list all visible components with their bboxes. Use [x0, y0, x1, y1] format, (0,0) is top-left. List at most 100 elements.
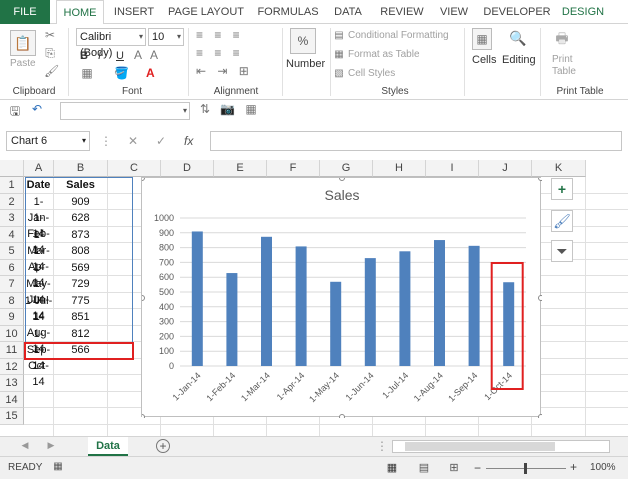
insert-function-button[interactable]: fx — [184, 131, 193, 151]
column-header-k[interactable]: K — [532, 160, 586, 177]
row-header-11[interactable]: 11 — [0, 342, 24, 359]
undo-icon[interactable]: ↶ — [30, 102, 44, 116]
tab-data[interactable]: DATA — [328, 0, 368, 24]
add-sheet-icon[interactable]: + — [156, 439, 170, 453]
row-header-15[interactable]: 15 — [0, 408, 24, 425]
camera-icon[interactable]: 📷 — [220, 102, 235, 116]
indent-icon[interactable]: ⇤ ⇥ ⊞ — [196, 64, 266, 78]
column-header-b[interactable]: B — [54, 160, 108, 177]
paste-icon[interactable]: 📋 — [10, 30, 36, 56]
horizontal-align-icon[interactable]: ≡ ≡ ≡ — [196, 46, 266, 60]
enter-icon[interactable]: ✓ — [156, 131, 166, 151]
row-header-3[interactable]: 3 — [0, 210, 24, 227]
zoom-in-button[interactable]: + — [570, 460, 577, 474]
tab-insert[interactable]: INSERT — [108, 0, 160, 24]
zoom-level[interactable]: 100% — [590, 462, 616, 473]
row-header-9[interactable]: 9 — [0, 309, 24, 326]
tab-design[interactable]: DESIGN — [558, 0, 608, 24]
format-painter-icon[interactable]: 🖌 — [44, 64, 59, 78]
chart-resize-handle — [538, 414, 544, 420]
sort-icon[interactable]: ⇅ — [198, 102, 212, 116]
bold-button[interactable]: B — [80, 50, 88, 62]
row-header-1[interactable]: 1 — [0, 177, 24, 194]
horizontal-scrollbar[interactable] — [392, 440, 610, 453]
fill-color-icon[interactable]: 🪣 — [114, 66, 129, 80]
cell-styles-button[interactable]: Cell Styles — [348, 68, 395, 79]
print-label-line1[interactable]: Print — [552, 54, 573, 65]
prev-sheet-icon[interactable]: ◀ — [20, 440, 30, 451]
normal-view-icon[interactable]: ▦ — [386, 461, 398, 474]
cancel-icon[interactable]: ✕ — [128, 131, 138, 151]
chart-filter-icon[interactable]: ⏷ — [551, 240, 573, 262]
row-header-4[interactable]: 4 — [0, 226, 24, 243]
sheet-tab-data[interactable]: Data — [88, 437, 128, 456]
chart-elements-plus-icon[interactable]: + — [551, 178, 573, 200]
column-header-a[interactable]: A — [24, 160, 54, 177]
column-header-d[interactable]: D — [161, 160, 214, 177]
page-break-view-icon[interactable]: ⊞ — [448, 461, 460, 474]
print-label-line2[interactable]: Table — [552, 66, 576, 77]
row-header-12[interactable]: 12 — [0, 358, 24, 375]
underline-button[interactable]: U — [116, 50, 124, 62]
font-size-combo[interactable]: 10 ▾ — [148, 28, 184, 46]
y-tick-label: 700 — [159, 257, 174, 267]
column-header-j[interactable]: J — [479, 160, 532, 177]
copy-icon[interactable]: ⎘ — [44, 46, 56, 61]
tab-page-layout[interactable]: PAGE LAYOUT — [164, 0, 248, 24]
quick-access-combo[interactable]: ▾ — [60, 102, 190, 120]
vertical-align-icon[interactable]: ≡ ≡ ≡ — [196, 28, 266, 42]
save-icon[interactable]: 🖫 — [8, 102, 22, 123]
conditional-formatting-button[interactable]: Conditional Formatting — [348, 30, 449, 41]
number-button[interactable]: Number — [286, 58, 325, 70]
cells-icon[interactable]: ▦ — [472, 28, 492, 50]
table-icon[interactable]: ▦ — [244, 102, 258, 116]
row-header-14[interactable]: 14 — [0, 391, 24, 408]
format-as-table-button[interactable]: Format as Table — [348, 49, 420, 60]
zoom-out-button[interactable]: − — [474, 461, 481, 475]
row-header-10[interactable]: 10 — [0, 325, 24, 342]
page-layout-view-icon[interactable]: ▤ — [418, 461, 430, 474]
tab-review[interactable]: REVIEW — [374, 0, 430, 24]
row-header-6[interactable]: 6 — [0, 259, 24, 276]
cut-icon[interactable]: ✂ — [44, 28, 56, 42]
row-header-13[interactable]: 13 — [0, 375, 24, 392]
select-all-corner[interactable] — [0, 160, 24, 177]
column-header-e[interactable]: E — [214, 160, 267, 177]
name-box[interactable]: Chart 6 ▾ — [6, 131, 90, 151]
name-box-value: Chart 6 — [11, 135, 48, 147]
font-color-button[interactable]: A — [146, 66, 155, 80]
font-shrink-icon[interactable]: A — [148, 48, 160, 62]
formula-input[interactable] — [210, 131, 622, 151]
tab-home[interactable]: HOME — [56, 0, 104, 25]
row-header-8[interactable]: 8 — [0, 292, 24, 309]
column-header-h[interactable]: H — [373, 160, 426, 177]
next-sheet-icon[interactable]: ▶ — [46, 440, 56, 451]
column-header-f[interactable]: F — [267, 160, 320, 177]
scroll-splitter-icon[interactable]: ⋮ — [376, 439, 388, 453]
tab-developer[interactable]: DEVELOPER — [480, 0, 554, 24]
macro-record-icon[interactable]: ▦ — [52, 461, 64, 472]
row-header-2[interactable]: 2 — [0, 193, 24, 210]
binoculars-icon[interactable]: 🔍 — [508, 28, 528, 50]
editing-button[interactable]: Editing — [502, 54, 536, 66]
font-name-combo[interactable]: Calibri (Body) ▾ — [76, 28, 146, 59]
column-header-c[interactable]: C — [108, 160, 161, 177]
chart-styles-brush-icon[interactable]: 🖌 — [551, 210, 573, 232]
row-header-7[interactable]: 7 — [0, 276, 24, 293]
scrollbar-thumb[interactable] — [405, 442, 555, 451]
borders-icon[interactable]: ▦ — [80, 66, 94, 80]
sales-chart[interactable]: Sales 0 100 200 300 400 500 600 700 800 900 1000 1-J… — [139, 175, 544, 420]
tab-file[interactable]: FILE — [0, 0, 50, 24]
tab-formulas[interactable]: FORMULAS — [252, 0, 324, 24]
row-header-5[interactable]: 5 — [0, 243, 24, 260]
column-header-g[interactable]: G — [320, 160, 373, 177]
tab-view[interactable]: VIEW — [434, 0, 474, 24]
font-grow-icon[interactable]: A — [132, 48, 144, 62]
italic-button[interactable]: I — [98, 50, 101, 62]
zoom-slider-thumb[interactable] — [524, 463, 527, 474]
cells-button[interactable]: Cells — [472, 54, 496, 66]
percent-icon[interactable]: % — [290, 28, 316, 54]
paste-label[interactable]: Paste — [10, 58, 36, 69]
column-header-i[interactable]: I — [426, 160, 479, 177]
printer-icon[interactable]: 🖶 — [552, 28, 572, 50]
